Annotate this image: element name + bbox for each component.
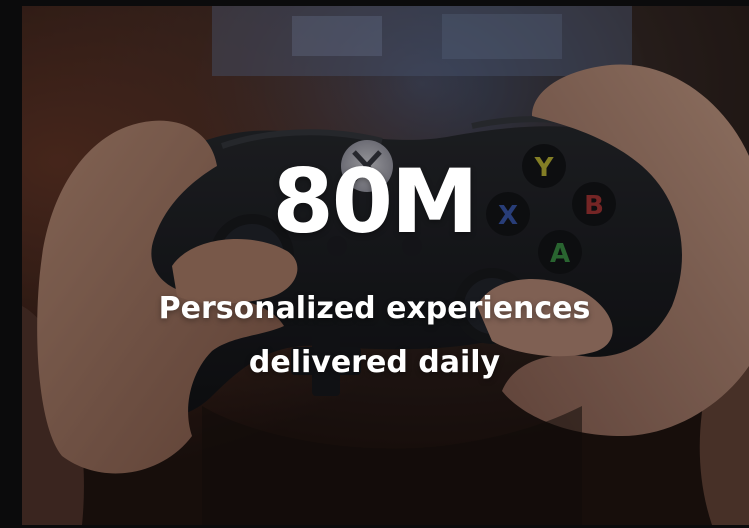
stat-description-line-1: Personalized experiences: [158, 291, 591, 326]
hero-stat-card: Y B X A 80M Personalized experiences del…: [0, 0, 749, 528]
stat-description-line-2: delivered daily: [248, 345, 501, 380]
stat-caption: 80M Personalized experiences delivered d…: [0, 0, 749, 528]
stat-description: Personalized experiences delivered daily: [60, 282, 689, 390]
stat-value: 80M: [272, 150, 478, 253]
